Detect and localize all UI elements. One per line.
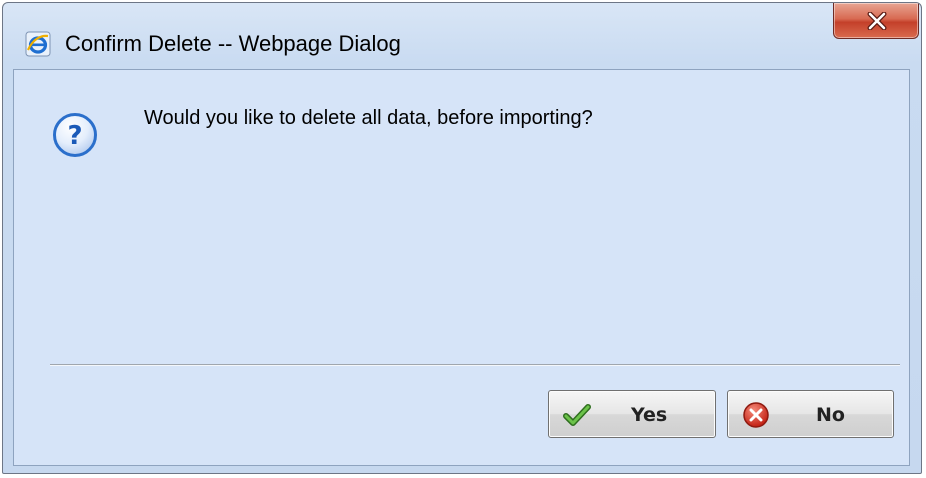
no-button[interactable]: No <box>727 390 894 438</box>
no-button-label: No <box>816 404 845 426</box>
svg-text:?: ? <box>67 121 82 151</box>
close-button[interactable] <box>833 3 919 39</box>
separator <box>50 364 900 366</box>
dialog-window: Confirm Delete -- Webpage Dialog ? Would… <box>2 2 922 474</box>
checkmark-icon <box>563 401 591 429</box>
title-bar[interactable]: Confirm Delete -- Webpage Dialog <box>3 3 921 69</box>
close-icon <box>867 12 887 30</box>
yes-button-label: Yes <box>631 404 668 426</box>
cancel-icon <box>742 401 770 429</box>
question-icon: ? <box>52 112 98 158</box>
window-title: Confirm Delete -- Webpage Dialog <box>65 31 401 56</box>
dialog-body: ? Would you like to delete all data, bef… <box>13 69 910 466</box>
dialog-message: Would you like to delete all data, befor… <box>144 107 593 129</box>
yes-button[interactable]: Yes <box>548 390 716 438</box>
internet-explorer-icon <box>25 31 51 57</box>
